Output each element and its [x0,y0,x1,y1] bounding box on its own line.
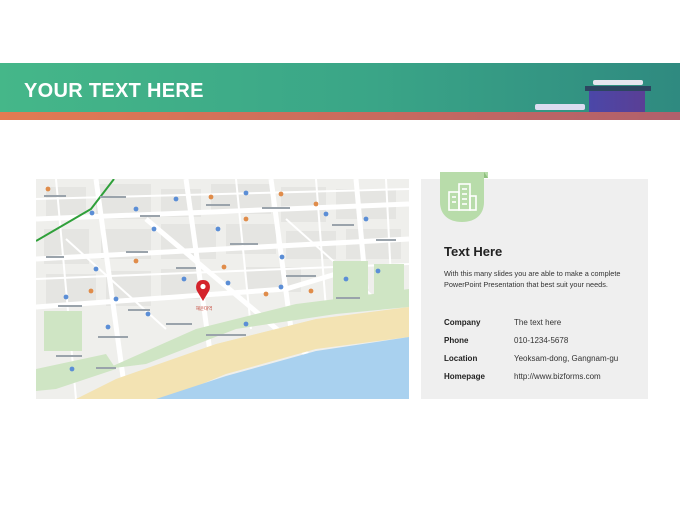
phone-value: 010-1234-5678 [514,336,569,345]
title-banner-accent [0,112,680,120]
card-description: With this many slides you are able to ma… [444,269,621,290]
map-pin-label: 해운대역 [196,305,213,312]
company-value: The text here [514,318,562,327]
homepage-link[interactable]: http://www.bizforms.com [514,372,601,381]
decor-box [589,91,645,112]
location-map[interactable]: 해운대역 [36,179,409,399]
location-label: Location [444,354,478,363]
company-label: Company [444,318,481,327]
card-tab [440,172,488,222]
phone-label: Phone [444,336,469,345]
location-value: Yeoksam-dong, Gangnam-gu [514,354,619,363]
homepage-label: Homepage [444,372,485,381]
decor-bar [535,104,585,110]
page-title: YOUR TEXT HERE [24,80,204,102]
card-title: Text Here [444,244,503,259]
decor-bar [593,80,643,85]
map-graphic: 해운대역 [36,179,409,399]
